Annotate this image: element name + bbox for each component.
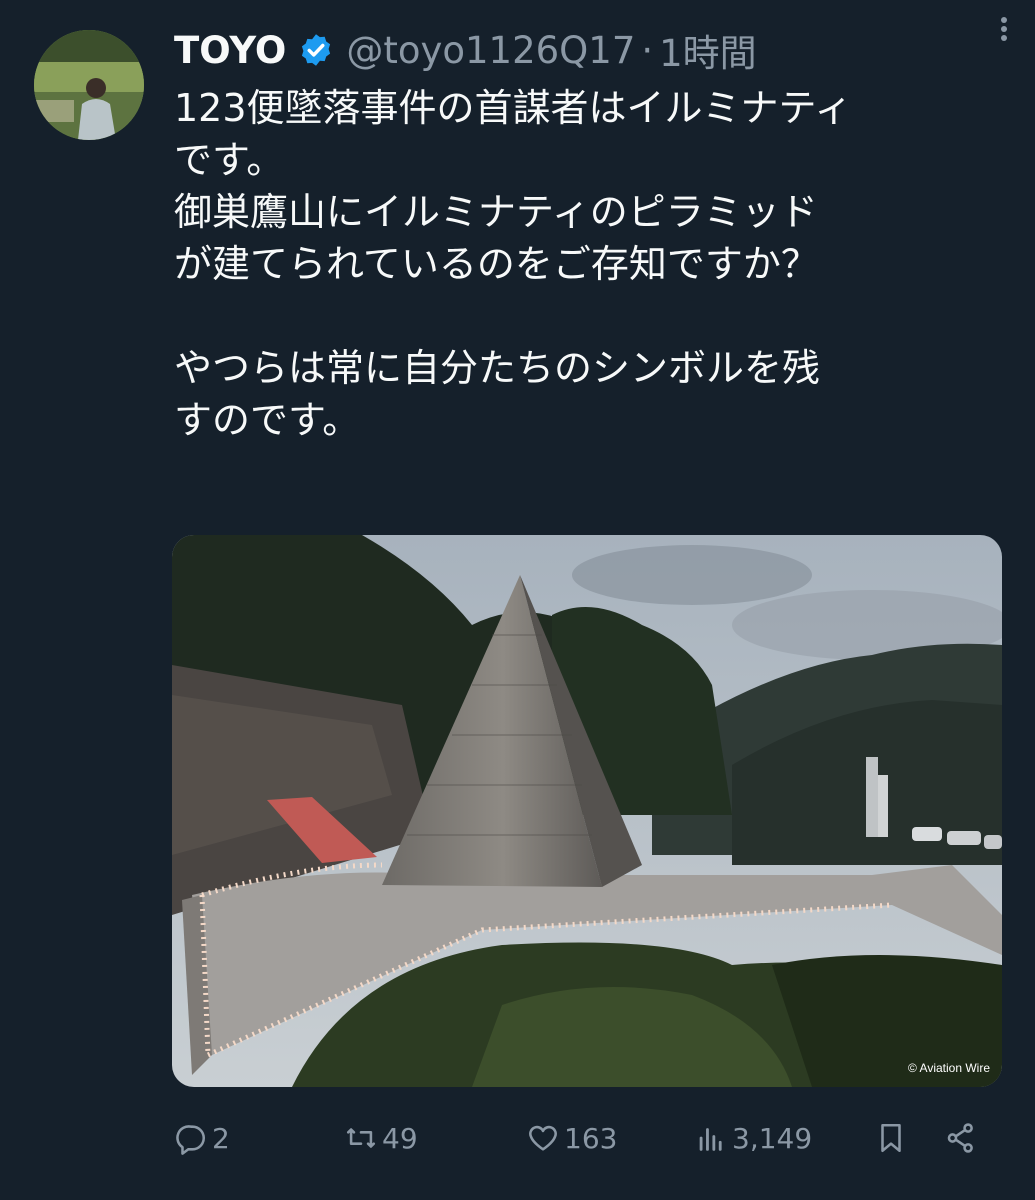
tweet-line: 123便墜落事件の首謀者はイルミナティ [174, 86, 853, 130]
author-name[interactable]: TOYO [174, 29, 286, 72]
reply-button[interactable]: 2 [174, 1110, 230, 1166]
bookmark-button[interactable] [874, 1110, 912, 1166]
tweet-line: です。 [174, 138, 285, 182]
views-icon [699, 1128, 722, 1151]
tweet-action-bar: 2 49 163 3,149 [174, 1110, 994, 1166]
reply-icon [176, 1125, 205, 1155]
bookmark-icon [881, 1123, 901, 1153]
tweet-line: が建てられているのをご存知ですか？ [174, 242, 819, 286]
views-button[interactable]: 3,149 [694, 1110, 812, 1166]
reply-count: 2 [212, 1121, 230, 1155]
tweet-line: すのです。 [174, 398, 361, 442]
retweet-icon [346, 1128, 376, 1148]
verified-badge-icon [302, 34, 331, 66]
tweet-header: TOYO @toyo1126Q17 · 1時間 [174, 22, 1005, 78]
like-button[interactable]: 163 [526, 1110, 617, 1166]
avatar-image [34, 30, 144, 140]
avatar[interactable] [34, 30, 144, 140]
pyramid-memorial-photo [172, 535, 1002, 1087]
author-handle[interactable]: @toyo1126Q17 [346, 29, 635, 72]
tweet-line: 御巣鷹山にイルミナティのピラミッド [174, 190, 818, 234]
retweet-button[interactable]: 49 [344, 1110, 418, 1166]
like-count: 163 [564, 1121, 618, 1155]
image-credit: © Aviation Wire [908, 1061, 990, 1075]
tweet-media-photo[interactable]: © Aviation Wire [172, 535, 1002, 1087]
post-time[interactable]: 1時間 [659, 23, 757, 77]
more-options-icon[interactable] [989, 14, 1019, 44]
share-button[interactable] [944, 1110, 982, 1166]
tweet-text: 123便墜落事件の首謀者はイルミナティ です。 御巣鷹山にイルミナティのピラミッ… [174, 82, 1004, 446]
tweet-line: やつらは常に自分たちのシンボルを残 [174, 346, 821, 390]
view-count: 3,149 [732, 1121, 813, 1155]
share-icon [947, 1123, 973, 1153]
retweet-count: 49 [382, 1121, 418, 1155]
header-separator: · [641, 28, 654, 72]
heart-icon [529, 1125, 557, 1151]
